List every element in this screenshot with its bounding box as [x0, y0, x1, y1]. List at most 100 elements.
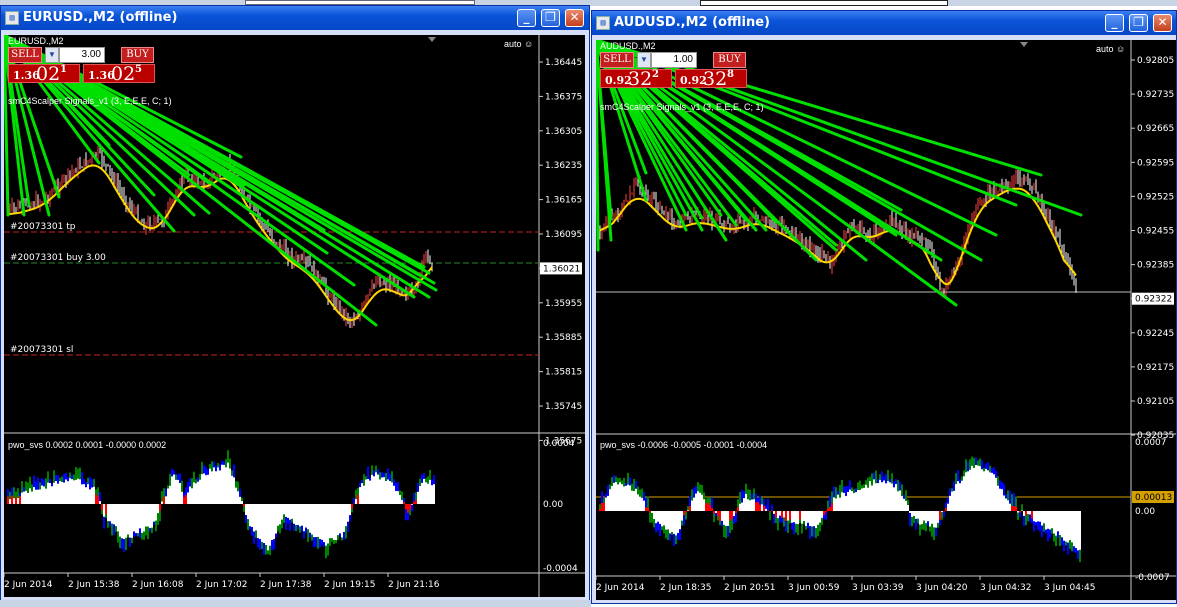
time-label: 3 Jun 04:32 — [980, 583, 1031, 593]
buy-button[interactable]: BUY — [713, 52, 746, 68]
volume-input[interactable]: 3.00 — [59, 47, 105, 63]
close-icon: ✕ — [1157, 15, 1168, 29]
time-label: 2 Jun 18:35 — [660, 583, 711, 593]
one-click-trading-panel: SELL ▼ 3.00 BUY 1.36 02 1 1.36 02 5 — [8, 47, 158, 85]
price-tick-label: 0.92595 — [1137, 158, 1174, 168]
restore-button[interactable]: ❐ — [1129, 14, 1148, 32]
subwindow-value-label: 0.00013 — [1135, 493, 1172, 503]
ask-price-button[interactable]: 1.36 02 5 — [83, 63, 155, 85]
auto-scroll-label[interactable]: auto ☺ — [1096, 44, 1125, 54]
volume-dropdown[interactable]: ▼ — [45, 47, 59, 63]
time-label: 2 Jun 16:08 — [132, 580, 184, 590]
minimize-icon: _ — [1111, 15, 1118, 29]
minimize-button[interactable]: _ — [1105, 14, 1124, 32]
time-label: 3 Jun 04:45 — [1044, 583, 1095, 593]
restore-button[interactable]: ❐ — [541, 9, 560, 27]
volume-input[interactable]: 1.00 — [651, 52, 697, 68]
ask-point: 5 — [135, 64, 142, 75]
restore-icon: ❐ — [545, 10, 556, 24]
chart-window-eurusd[interactable]: ▥ EURUSD.,M2 (offline) _ ❐ ✕ 1.36445 1.36… — [0, 5, 590, 605]
time-label: 2 Jun 15:38 — [68, 580, 120, 590]
window-title: EURUSD.,M2 (offline) — [23, 10, 178, 25]
chart-area[interactable]: 0.92805 0.92735 0.92665 0.92595 0.92525 0.924… — [596, 40, 1176, 600]
price-tick-label: 0.92735 — [1137, 90, 1174, 100]
time-label: 2 Jun 17:02 — [196, 580, 247, 590]
title-bar[interactable]: ▥ AUDUSD.,M2 (offline) _ ❐ ✕ — [592, 11, 1176, 35]
price-tick-label: 0.92105 — [1137, 397, 1174, 407]
dropdown-arrow-icon: ▼ — [640, 55, 648, 64]
dropdown-arrow-icon: ▼ — [48, 50, 56, 59]
background-window-edge — [700, 0, 948, 6]
order-line-label: #20073301 sl — [10, 345, 73, 355]
current-price-label: 0.92322 — [1135, 295, 1172, 305]
subwindow-tick-label: 0.0007 — [1135, 438, 1167, 448]
restore-icon: ❐ — [1133, 15, 1144, 29]
one-click-trading-panel: SELL ▼ 1.00 BUY 0.92 32 2 0.92 32 8 — [600, 52, 750, 90]
minimize-icon: _ — [523, 10, 530, 24]
chart-canvas[interactable]: 0.92805 0.92735 0.92665 0.92595 0.92525 0.924… — [596, 40, 1176, 600]
chart-shift-marker — [1020, 42, 1028, 47]
title-bar[interactable]: ▥ EURUSD.,M2 (offline) _ ❐ ✕ — [1, 6, 589, 30]
window-title: AUDUSD.,M2 (offline) — [614, 15, 770, 30]
price-tick-label: 0.92665 — [1137, 124, 1174, 134]
buy-button[interactable]: BUY — [121, 47, 154, 63]
close-button[interactable]: ✕ — [565, 9, 584, 27]
subwindow-tick-label: 0.00 — [543, 500, 563, 510]
price-tick-label: 1.36095 — [545, 230, 582, 240]
price-tick-label: 0.92455 — [1137, 227, 1174, 237]
subwindow-tick-label: -0.0007 — [1135, 573, 1170, 583]
price-tick-label: 1.36375 — [545, 92, 582, 102]
chart-area[interactable]: 1.36445 1.36375 1.36305 1.36235 1.36165 1.360… — [4, 35, 585, 597]
ask-point: 8 — [727, 69, 734, 80]
chart-window-icon[interactable]: ▥ — [5, 11, 19, 25]
price-tick-label: 1.35815 — [545, 368, 582, 378]
symbol-label: EURUSD.,M2 — [8, 36, 64, 46]
price-tick-label: 1.36305 — [545, 127, 582, 137]
time-label: 2 Jun 2014 — [596, 583, 645, 593]
minimize-button[interactable]: _ — [517, 9, 536, 27]
sell-button[interactable]: SELL — [8, 47, 42, 63]
price-tick-label: 1.36235 — [545, 161, 582, 171]
subwindow-indicator-label: pwo_svs -0.0006 -0.0005 -0.0001 -0.0004 — [600, 440, 768, 450]
price-tick-label: 1.36165 — [545, 196, 582, 206]
current-price-label: 1.36021 — [543, 264, 580, 274]
price-tick-label: 1.35885 — [545, 333, 582, 343]
time-label: 2 Jun 19:15 — [324, 580, 375, 590]
smiley-icon: ☺ — [1116, 44, 1126, 54]
indicator-label: smC4Scalper Signals_v1 (3, E,E,E, C; 1) — [8, 96, 172, 106]
ask-pips: 02 — [111, 63, 136, 85]
chart-window-icon[interactable]: ▥ — [596, 16, 610, 30]
subwindow-tick-label: 0.00 — [1135, 507, 1155, 517]
time-label: 3 Jun 00:59 — [788, 583, 840, 593]
volume-dropdown[interactable]: ▼ — [637, 52, 651, 68]
time-label: 3 Jun 03:39 — [852, 583, 904, 593]
ask-price-button[interactable]: 0.92 32 8 — [675, 68, 747, 90]
subwindow-tick-label: 0.0004 — [543, 439, 575, 449]
subwindow-indicator-label: pwo_svs 0.0002 0.0001 -0.0000 0.0002 — [8, 440, 167, 450]
time-label: 3 Jun 04:20 — [916, 583, 968, 593]
bid-price-button[interactable]: 0.92 32 2 — [600, 68, 672, 90]
order-line-label: #20073301 buy 3.00 — [10, 253, 106, 263]
chart-canvas[interactable]: 1.36445 1.36375 1.36305 1.36235 1.36165 1.360… — [4, 35, 585, 597]
close-icon: ✕ — [569, 10, 580, 24]
bid-price-button[interactable]: 1.36 02 1 — [8, 63, 80, 85]
bid-point: 1 — [60, 64, 67, 75]
time-label: 2 Jun 21:16 — [388, 580, 440, 590]
time-label: 2 Jun 2014 — [4, 580, 53, 590]
price-tick-label: 0.92175 — [1137, 363, 1174, 373]
chart-window-audusd[interactable]: ▥ AUDUSD.,M2 (offline) _ ❐ ✕ 0.92805 0.92… — [591, 10, 1177, 604]
sell-button[interactable]: SELL — [600, 52, 634, 68]
symbol-label: AUDUSD.,M2 — [600, 41, 656, 51]
price-tick-label: 1.35745 — [545, 402, 582, 412]
bid-point: 2 — [652, 69, 659, 80]
close-button[interactable]: ✕ — [1153, 14, 1172, 32]
price-tick-label: 1.35955 — [545, 299, 582, 309]
price-tick-label: 0.92245 — [1137, 329, 1174, 339]
price-tick-label: 1.36445 — [545, 58, 582, 68]
chart-shift-marker — [428, 37, 436, 42]
bid-pips: 02 — [36, 63, 61, 85]
indicator-label: smC4Scalper Signals_v1 (3, E,E,E, C; 1) — [600, 102, 764, 112]
subwindow-tick-label: -0.0004 — [543, 564, 578, 574]
auto-scroll-label[interactable]: auto ☺ — [504, 39, 533, 49]
order-line-label: #20073301 tp — [10, 222, 76, 232]
